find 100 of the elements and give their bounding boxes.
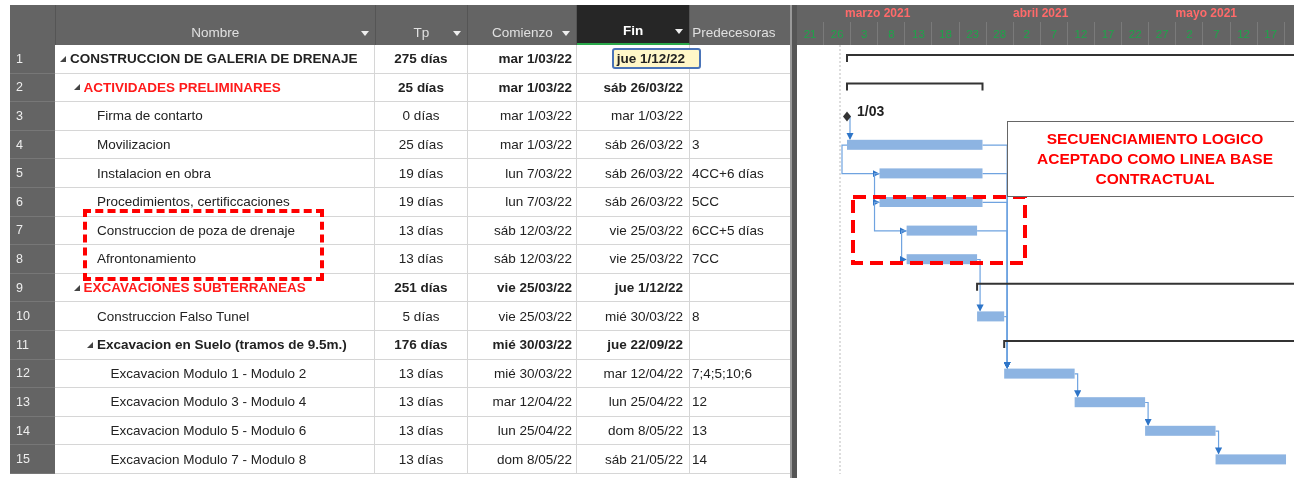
finish-date-cell[interactable]: sáb 26/03/22: [600, 163, 687, 183]
month-label: marzo 2021: [845, 6, 911, 20]
duration-cell: 13 días: [375, 416, 468, 445]
row-number: 4: [10, 130, 55, 160]
start-date-cell: lun 25/04/22: [468, 416, 577, 445]
predecessors-cell-text: 12: [691, 393, 709, 412]
finish-date-cell[interactable]: dom 8/05/22: [603, 421, 687, 440]
duration-cell: 13 días: [375, 245, 468, 273]
annotation-text: SECUENCIAMIENTO LOGICO ACEPTADO COMO LINEA BASE CONTRACTUAL: [1036, 128, 1274, 190]
dependency-arrow: [1214, 430, 1223, 455]
row-number: 9: [10, 273, 55, 303]
day-label: 8: [878, 22, 906, 45]
column-header[interactable]: Nombre: [55, 5, 376, 45]
predecessors-cell-text: 8: [691, 307, 701, 326]
column-header[interactable]: Tp: [375, 5, 469, 45]
row-number: 14: [10, 416, 55, 446]
collapse-icon[interactable]: [60, 55, 66, 62]
predecessors-cell-text: 13: [691, 422, 709, 440]
task-name: CONSTRUCCION DE GALERIA DE DRENAJE: [70, 51, 358, 67]
day-label: 28: [986, 22, 1014, 45]
finish-date-cell[interactable]: mié 30/03/22: [600, 306, 687, 326]
day-label: 18: [932, 22, 960, 45]
day-label: 2: [1176, 22, 1204, 45]
finish-date-cell[interactable]: sáb 26/03/22: [600, 192, 687, 212]
day-label: 2: [1013, 22, 1041, 45]
summary-bar[interactable]: [846, 54, 1294, 63]
milestone-icon[interactable]: [843, 111, 851, 122]
column-header[interactable]: Predecesoras: [690, 5, 790, 45]
row-number: 10: [10, 302, 55, 331]
day-label: 12: [1230, 22, 1258, 45]
collapse-icon[interactable]: [73, 284, 80, 291]
row-number: 6: [10, 187, 55, 217]
day-label: 3: [851, 22, 879, 45]
summary-bar[interactable]: [976, 282, 1294, 292]
duration-cell: 19 días: [375, 187, 468, 216]
predecessors-cell-text: 4CC+6 días: [691, 164, 765, 183]
start-date-cell: dom 8/05/22: [468, 445, 577, 473]
task-name: Excavacion Modulo 3 - Modulo 4: [110, 394, 307, 410]
summary-bar[interactable]: [1003, 340, 1294, 349]
duration-cell: 13 días: [375, 216, 468, 245]
day-label: 12: [1067, 22, 1096, 45]
row-number: 12: [10, 359, 55, 389]
row-number: 11: [10, 330, 55, 360]
finish-date-cell[interactable]: jue 1/12/22: [611, 48, 701, 70]
start-date-cell: mar 1/03/22: [468, 102, 577, 130]
finish-date-cell[interactable]: sáb 26/03/22: [599, 77, 687, 97]
start-date-cell: sáb 12/03/22: [468, 245, 577, 273]
predecessors-cell-text: 6CC+5 días: [691, 221, 765, 240]
month-label: mayo 2021: [1175, 6, 1237, 20]
finish-date-cell[interactable]: vie 25/03/22: [605, 249, 687, 269]
task-name: ACTIVIDADES PRELIMINARES: [83, 79, 281, 95]
start-date-cell: mar 1/03/22: [468, 45, 577, 73]
dependency-arrow: [1074, 373, 1082, 398]
day-label: 17: [1095, 22, 1123, 45]
row-number: 8: [10, 245, 55, 274]
summary-bar[interactable]: [846, 82, 984, 92]
day-label: 17: [1257, 22, 1285, 45]
duration-cell: 19 días: [375, 159, 468, 187]
milestone-label: 1/03: [857, 102, 885, 119]
start-date-cell: mié 30/03/22: [468, 359, 577, 388]
task-name: Procedimientos, certificcaciones: [97, 194, 290, 210]
day-label: 7: [1040, 22, 1068, 45]
dropdown-icon[interactable]: [675, 29, 684, 34]
finish-date-cell[interactable]: jue 1/12/22: [610, 278, 687, 298]
finish-date-cell[interactable]: jue 22/09/22: [603, 335, 687, 355]
predecessors-cell-text: 14: [691, 450, 709, 469]
day-label: 26: [824, 22, 852, 45]
predecessors-cell-text: 5CC: [691, 193, 720, 212]
dependency-arrow: [1144, 401, 1152, 426]
row-number: 15: [10, 445, 55, 474]
dependency-arrow: [846, 115, 854, 140]
start-date-cell: vie 25/03/22: [468, 273, 577, 302]
task-name: Afrontonamiento: [97, 251, 197, 267]
column-header[interactable]: Fin: [577, 5, 691, 45]
duration-cell: 176 días: [375, 330, 468, 359]
task-name: Excavacion en Suelo (tramos de 9.5m.): [97, 337, 347, 353]
start-date-cell: lun 7/03/22: [468, 187, 577, 216]
predecessors-cell-text: 7;4;5;10;6: [691, 364, 754, 383]
finish-date-cell[interactable]: sáb 21/05/22: [600, 449, 687, 469]
duration-cell: 251 días: [375, 273, 468, 302]
start-date-cell: mié 30/03/22: [468, 330, 577, 359]
row-number: 7: [10, 216, 55, 246]
collapse-icon[interactable]: [87, 341, 93, 348]
finish-date-cell[interactable]: mar 1/03/22: [606, 106, 687, 126]
start-date-cell: vie 25/03/22: [468, 302, 577, 330]
task-bar[interactable]: [906, 254, 978, 265]
finish-date-cell[interactable]: sáb 26/03/22: [600, 135, 687, 155]
finish-date-cell[interactable]: lun 25/04/22: [604, 392, 687, 412]
day-label: 23: [959, 22, 987, 45]
day-label: 22: [1122, 22, 1150, 45]
finish-date-cell[interactable]: mar 12/04/22: [599, 363, 687, 383]
duration-cell: 13 días: [375, 359, 468, 388]
start-date-cell: mar 1/03/22: [468, 73, 577, 102]
row-number: 1: [10, 45, 55, 74]
task-name: EXCAVACIONES SUBTERRANEAS: [83, 280, 306, 296]
duration-cell: 275 días: [375, 45, 468, 73]
collapse-icon[interactable]: [73, 84, 80, 91]
row-number: 2: [10, 73, 55, 103]
finish-date-cell[interactable]: vie 25/03/22: [605, 220, 687, 240]
day-label: 13: [905, 22, 933, 45]
